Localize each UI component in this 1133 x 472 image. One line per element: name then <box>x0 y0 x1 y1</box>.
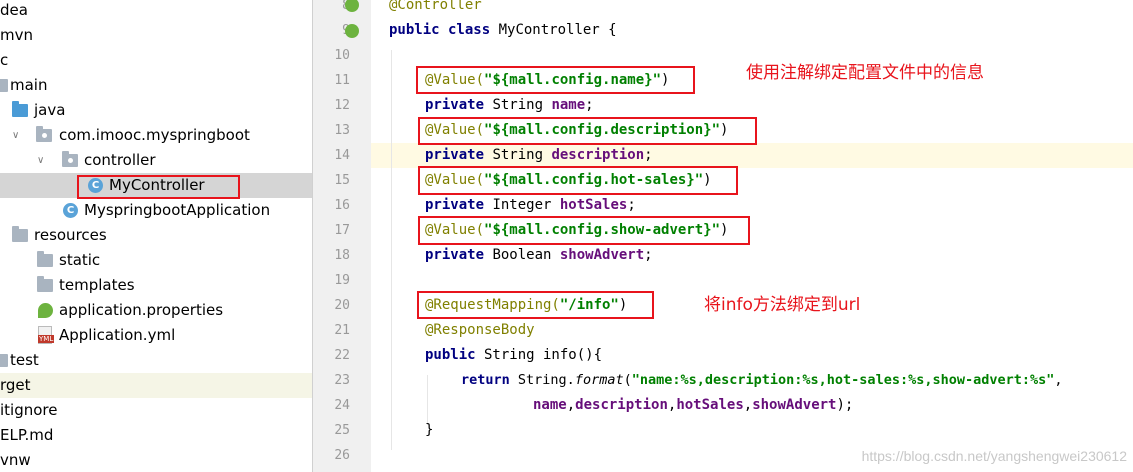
tree-item-resources[interactable]: resources <box>0 223 312 248</box>
line-number: 23 <box>334 373 350 388</box>
tree-item-label: main <box>10 76 48 94</box>
code-line-8: @Controller <box>389 0 482 13</box>
tree-item-label: java <box>34 101 66 119</box>
code-line-21: @ResponseBody <box>425 322 535 338</box>
project-tree-panel: dea mvn c main java ∨ com.imooc.myspring… <box>0 0 312 472</box>
code-line-14: private String description; <box>425 147 653 163</box>
line-number: 16 <box>334 198 350 213</box>
line-number: 26 <box>334 448 350 463</box>
annotation-note-url: 将info方法绑定到url <box>704 295 861 315</box>
tree-item-main[interactable]: main <box>0 73 312 98</box>
chevron-down-icon[interactable]: ∨ <box>37 148 44 173</box>
annotation-note-binding: 使用注解绑定配置文件中的信息 <box>746 63 984 83</box>
resources-folder-icon <box>12 226 28 242</box>
tree-item-gitignore[interactable]: itignore <box>0 398 312 423</box>
yml-file-icon: YML <box>38 326 55 344</box>
tree-item-mvnw[interactable]: vnw <box>0 448 312 472</box>
highlight-box-value-name <box>416 66 695 94</box>
tree-item-label: application.properties <box>59 301 224 319</box>
tree-item-label: ELP.md <box>0 426 54 444</box>
tree-item-idea[interactable]: dea <box>0 0 312 23</box>
chevron-down-icon[interactable]: ∨ <box>12 123 19 148</box>
folder-icon <box>0 79 8 92</box>
tree-item-java[interactable]: java <box>0 98 312 123</box>
tree-item-label: resources <box>34 226 107 244</box>
code-line-23: return String.format("name:%s,descriptio… <box>461 372 1063 388</box>
code-line-22: public String info(){ <box>425 347 603 363</box>
tree-item-label: templates <box>59 276 135 294</box>
code-line-9: public class MyController { <box>389 22 617 38</box>
watermark: https://blog.csdn.net/yangshengwei230612 <box>861 448 1127 464</box>
indent-guide <box>391 50 392 450</box>
tree-item-controller[interactable]: ∨ controller <box>0 148 312 173</box>
tree-item-label: controller <box>84 151 156 169</box>
highlight-box-value-hot-sales <box>418 166 738 195</box>
tree-item-label: c <box>0 51 9 69</box>
tree-item-help-md[interactable]: ELP.md <box>0 423 312 448</box>
line-number: 12 <box>334 98 350 113</box>
package-icon <box>36 126 52 142</box>
tree-item-static[interactable]: static <box>0 248 312 273</box>
line-number: 22 <box>334 348 350 363</box>
tree-item-label: dea <box>0 1 28 19</box>
code-line-16: private Integer hotSales; <box>425 197 636 213</box>
tree-item-templates[interactable]: templates <box>0 273 312 298</box>
tree-item-package[interactable]: ∨ com.imooc.myspringboot <box>0 123 312 148</box>
line-number: 11 <box>334 73 350 88</box>
tree-item-src[interactable]: c <box>0 48 312 73</box>
tree-item-test[interactable]: test <box>0 348 312 373</box>
code-line-12: private String name; <box>425 97 594 113</box>
package-icon <box>62 151 78 167</box>
tree-item-label: itignore <box>0 401 58 419</box>
line-number: 20 <box>334 298 350 313</box>
tree-item-application-properties[interactable]: application.properties <box>0 298 312 323</box>
tree-item-application-yml[interactable]: YML Application.yml <box>0 323 312 348</box>
code-line-25: } <box>425 422 434 438</box>
line-number: 24 <box>334 398 350 413</box>
tree-item-mvn[interactable]: mvn <box>0 23 312 48</box>
line-number: 13 <box>334 123 350 138</box>
code-line-24: name,description,hotSales,showAdvert); <box>533 397 854 413</box>
line-number: 15 <box>334 173 350 188</box>
tree-item-myspringbootapplication[interactable]: C MyspringbootApplication <box>0 198 312 223</box>
line-number: 14 <box>334 148 350 163</box>
tree-item-label: test <box>10 351 39 369</box>
folder-icon <box>37 251 53 267</box>
highlight-box-value-show-advert <box>418 216 750 245</box>
tree-item-label: com.imooc.myspringboot <box>59 126 250 144</box>
spring-boot-class-icon: C <box>63 203 78 218</box>
line-number: 17 <box>334 223 350 238</box>
line-number: 21 <box>334 323 350 338</box>
tree-item-target[interactable]: rget <box>0 373 312 398</box>
folder-icon <box>37 276 53 292</box>
tree-item-label: mvn <box>0 26 33 44</box>
editor-gutter: 8 9 10 11 12 13 14 15 16 17 18 19 20 21 … <box>313 0 371 472</box>
highlight-box-mycontroller <box>77 175 240 199</box>
tree-item-label: vnw <box>0 451 31 469</box>
highlight-box-value-description <box>418 117 757 145</box>
tree-item-label: MyspringbootApplication <box>84 201 271 219</box>
highlight-box-request-mapping <box>417 291 654 319</box>
line-number: 18 <box>334 248 350 263</box>
source-folder-icon <box>12 101 28 117</box>
spring-bean-icon[interactable] <box>345 24 359 38</box>
tree-item-label: static <box>59 251 101 269</box>
line-number: 19 <box>334 273 350 288</box>
code-line-18: private Boolean showAdvert; <box>425 247 653 263</box>
tree-item-label: rget <box>0 376 31 394</box>
folder-icon <box>0 354 8 367</box>
spring-properties-icon <box>38 303 53 318</box>
line-number: 25 <box>334 423 350 438</box>
line-number: 10 <box>334 48 350 63</box>
tree-item-label: Application.yml <box>59 326 176 344</box>
